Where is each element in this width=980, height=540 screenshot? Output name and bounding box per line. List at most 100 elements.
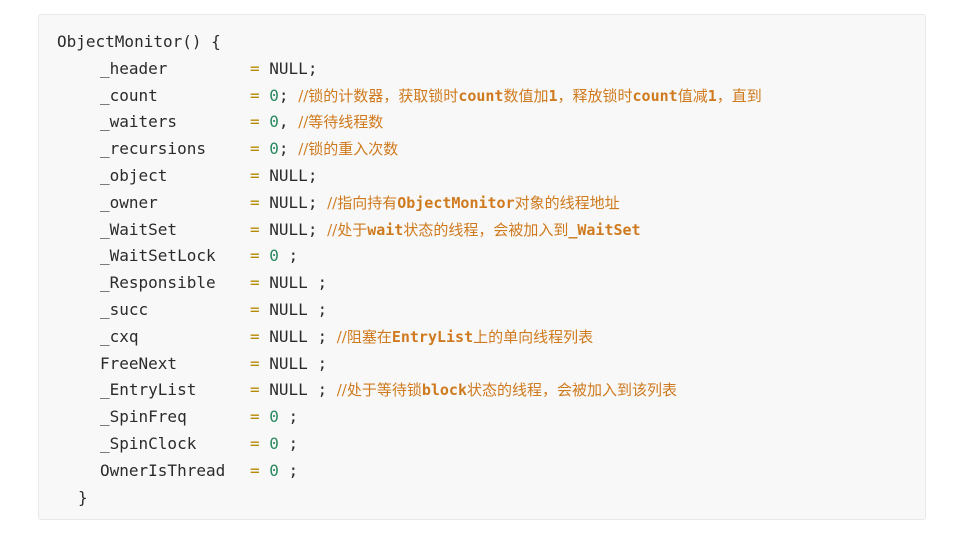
comment-text: 状态的线程，会被加入到该列表 — [466, 381, 677, 400]
comment-text: 上的单向线程列表 — [473, 327, 594, 346]
assign-operator: = — [250, 112, 260, 132]
field-value: NULL — [269, 380, 308, 400]
field-name: _waiters — [100, 112, 178, 132]
comment-text: 状态的线程，会被加入到 — [403, 220, 569, 239]
terminator: ; — [307, 58, 318, 78]
field-value: NULL — [269, 58, 308, 78]
assign-operator: = — [250, 407, 260, 427]
field-name: _WaitSet — [100, 219, 178, 239]
comment-keyword: 1 — [548, 86, 558, 105]
field-value: NULL — [269, 273, 308, 293]
comment-keyword: ObjectMonitor — [397, 193, 515, 212]
field-comment: //锁的重入次数 — [298, 140, 398, 158]
field-line: _Responsible = NULL ; — [57, 270, 762, 297]
field-name: FreeNext — [100, 353, 178, 373]
comment-text: //锁的计数器，获取锁时 — [298, 86, 459, 105]
closing-brace: } — [78, 487, 88, 507]
terminator: ; — [307, 273, 328, 293]
field-comment: //处于wait状态的线程，会被加入到_WaitSet — [327, 221, 641, 239]
field-value: 0 — [269, 407, 279, 427]
comment-text: //处于等待锁 — [336, 381, 422, 400]
assign-operator: = — [250, 353, 260, 373]
field-name: _WaitSetLock — [100, 246, 216, 266]
field-line: _cxq = NULL ; //阻塞在EntryList上的单向线程列表 — [57, 324, 762, 351]
comment-text: ，释放锁时 — [557, 86, 633, 105]
field-line: _object = NULL; — [57, 163, 762, 190]
field-value: NULL — [269, 219, 308, 239]
comment-text: //阻塞在 — [336, 327, 392, 346]
terminator: ; — [307, 192, 318, 212]
code-content: ObjectMonitor() {_header = NULL; _count = 0… — [57, 29, 762, 511]
field-name: _succ — [100, 299, 149, 319]
field-line: _recursions = 0; //锁的重入次数 — [57, 136, 762, 163]
field-value: NULL — [269, 165, 308, 185]
comment-text: //锁的重入次数 — [298, 140, 399, 159]
comment-text: 对象的线程地址 — [514, 193, 620, 212]
assign-operator: = — [250, 273, 260, 293]
field-line: _WaitSetLock = 0 ; — [57, 243, 762, 270]
comment-text: //处于 — [327, 220, 368, 239]
field-line: OwnerIsThread = 0 ; — [57, 458, 762, 485]
comment-keyword: block — [421, 381, 467, 400]
field-value: 0 — [269, 85, 279, 105]
comment-text: //指向持有 — [327, 193, 398, 212]
terminator: ; — [307, 165, 318, 185]
comment-text: //等待线程数 — [298, 113, 384, 132]
field-name: _EntryList — [100, 380, 197, 400]
field-line: _waiters = 0, //等待线程数 — [57, 109, 762, 136]
field-name: _header — [100, 58, 168, 78]
field-comment: //处于等待锁block状态的线程，会被加入到该列表 — [337, 381, 677, 399]
field-name: _owner — [100, 192, 158, 212]
field-name: _Responsible — [100, 273, 216, 293]
comment-text: ，直到 — [716, 86, 762, 105]
field-name: _recursions — [100, 139, 206, 159]
code-header-line: ObjectMonitor() { — [57, 29, 762, 56]
comment-keyword: _WaitSet — [568, 220, 641, 239]
assign-operator: = — [250, 58, 260, 78]
terminator: ; — [307, 219, 318, 239]
terminator: ; — [278, 139, 289, 159]
comment-keyword: 1 — [707, 86, 717, 105]
field-name: OwnerIsThread — [100, 460, 226, 480]
field-value: NULL — [269, 299, 308, 319]
terminator: ; — [307, 326, 328, 346]
terminator: , — [278, 112, 289, 132]
field-value: 0 — [269, 112, 279, 132]
assign-operator: = — [250, 299, 260, 319]
field-comment: //锁的计数器，获取锁时count数值加1，释放锁时count值减1，直到 — [298, 87, 762, 105]
comment-keyword: EntryList — [391, 327, 474, 346]
assign-operator: = — [250, 433, 260, 453]
terminator: ; — [307, 380, 328, 400]
field-line: _SpinFreq = 0 ; — [57, 404, 762, 431]
field-line: _EntryList = NULL ; //处于等待锁block状态的线程，会被加… — [57, 377, 762, 404]
assign-operator: = — [250, 85, 260, 105]
assign-operator: = — [250, 192, 260, 212]
field-line: _succ = NULL ; — [57, 297, 762, 324]
assign-operator: = — [250, 246, 260, 266]
assign-operator: = — [250, 165, 260, 185]
field-value: NULL — [269, 326, 308, 346]
field-line: _count = 0; //锁的计数器，获取锁时count数值加1，释放锁时cou… — [57, 83, 762, 110]
field-line: _owner = NULL; //指向持有ObjectMonitor对象的线程地址 — [57, 190, 762, 217]
assign-operator: = — [250, 219, 260, 239]
field-name: _SpinFreq — [100, 407, 187, 427]
field-value: 0 — [269, 460, 279, 480]
field-comment: //指向持有ObjectMonitor对象的线程地址 — [327, 194, 620, 212]
field-value: NULL — [269, 192, 308, 212]
terminator: ; — [278, 433, 299, 453]
comment-keyword: count — [632, 86, 678, 105]
terminator: ; — [278, 85, 289, 105]
field-comment: //阻塞在EntryList上的单向线程列表 — [337, 328, 593, 346]
field-value: NULL — [269, 353, 308, 373]
code-footer-line: } — [57, 485, 762, 512]
comment-keyword: wait — [367, 220, 404, 239]
field-list: _header = NULL; _count = 0; //锁的计数器，获取锁时cou… — [57, 56, 762, 485]
field-line: _SpinClock = 0 ; — [57, 431, 762, 458]
field-comment: //等待线程数 — [298, 113, 383, 131]
field-name: _count — [100, 85, 158, 105]
assign-operator: = — [250, 380, 260, 400]
field-value: 0 — [269, 433, 279, 453]
comment-keyword: count — [458, 86, 504, 105]
terminator: ; — [307, 299, 328, 319]
field-value: 0 — [269, 246, 279, 266]
